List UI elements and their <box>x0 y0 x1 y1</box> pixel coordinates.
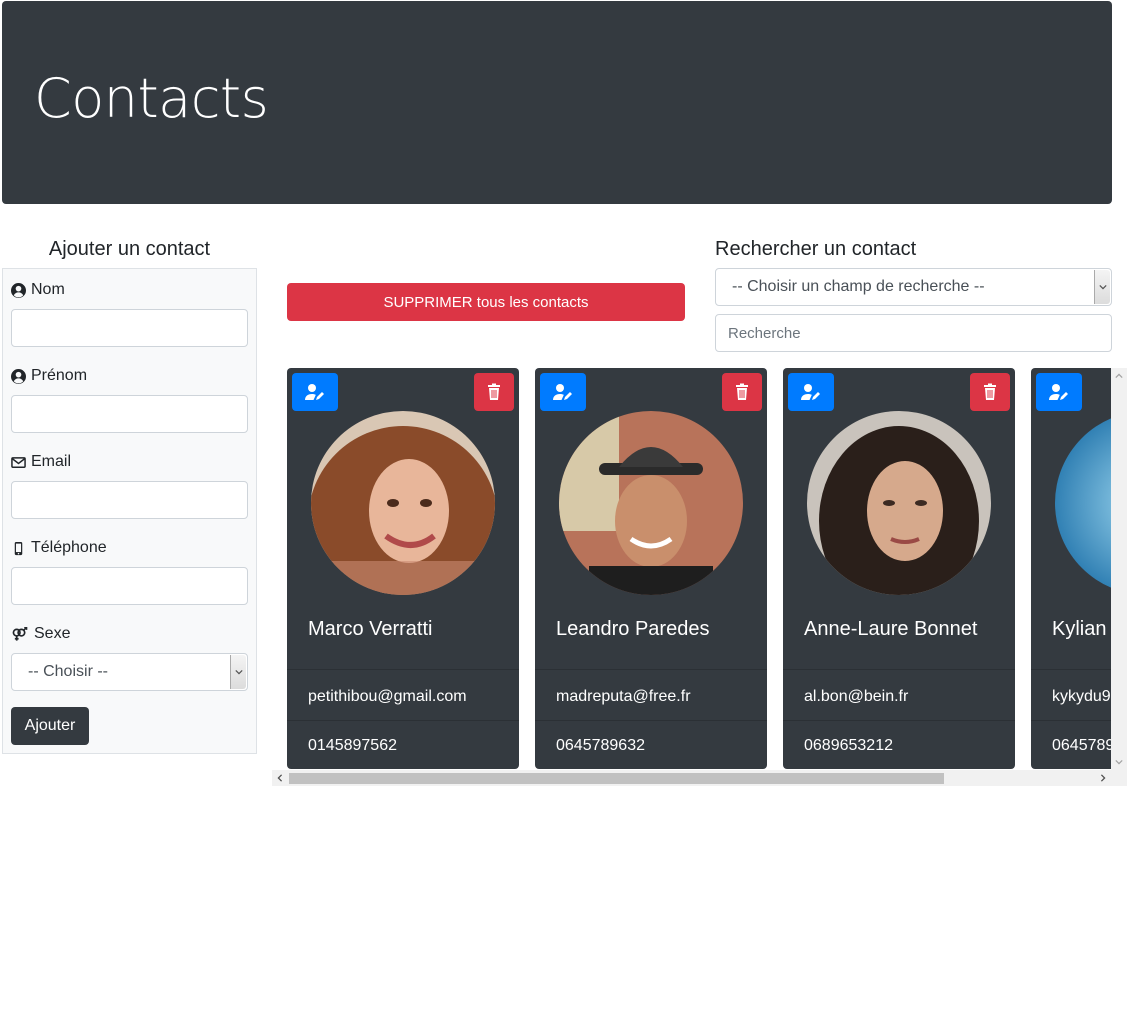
scrollbar-thumb[interactable] <box>289 773 944 784</box>
chevron-down-icon <box>230 655 246 689</box>
delete-contact-button[interactable] <box>474 373 514 411</box>
chevron-down-icon <box>1094 270 1110 304</box>
venus-mars-icon <box>12 626 28 641</box>
divider <box>1031 669 1111 670</box>
divider <box>783 720 1015 721</box>
divider <box>535 669 767 670</box>
contact-phone: 0645789 <box>1052 737 1111 754</box>
divider <box>1031 720 1111 721</box>
contact-email: kykydu9 <box>1052 688 1111 705</box>
contact-card: Leandro Paredes madreputa@free.fr 064578… <box>535 368 767 769</box>
contact-name: Anne-Laure Bonnet <box>804 618 978 640</box>
add-contact-form: Nom Prénom Email Téléphone Sexe -- Chois… <box>2 268 257 754</box>
contact-email: madreputa@free.fr <box>556 688 691 705</box>
trash-icon <box>984 383 996 400</box>
mobile-phone-icon <box>14 541 23 555</box>
email-input[interactable] <box>11 481 248 519</box>
search-input[interactable]: Recherche <box>715 314 1112 352</box>
trash-icon <box>488 383 500 400</box>
nom-input[interactable] <box>11 309 248 347</box>
horizontal-scrollbar[interactable] <box>272 770 1127 786</box>
vertical-scrollbar[interactable] <box>1111 368 1127 770</box>
edit-contact-button[interactable] <box>788 373 834 411</box>
delete-contact-button[interactable] <box>722 373 762 411</box>
sexe-select[interactable]: -- Choisir -- <box>11 653 248 691</box>
contacts-scroller[interactable]: Marco Verratti petithibou@gmail.com 0145… <box>272 368 1127 786</box>
divider <box>287 720 519 721</box>
contact-avatar <box>807 411 991 595</box>
add-contact-button[interactable]: Ajouter <box>11 707 89 745</box>
edit-contact-button[interactable] <box>292 373 338 411</box>
envelope-icon <box>11 456 26 468</box>
chevron-right-icon[interactable] <box>1095 770 1111 786</box>
contact-phone: 0645789632 <box>556 737 645 754</box>
contact-name: Kylian <box>1052 618 1107 640</box>
user-edit-icon <box>1049 384 1068 400</box>
delete-contact-button[interactable] <box>970 373 1010 411</box>
chevron-left-icon[interactable] <box>272 770 288 786</box>
contact-phone: 0689653212 <box>804 737 893 754</box>
contacts-list: Marco Verratti petithibou@gmail.com 0145… <box>272 368 1111 770</box>
contact-card: Kylian kykydu9 0645789 <box>1031 368 1111 769</box>
divider <box>783 669 1015 670</box>
nom-label: Nom <box>11 281 65 299</box>
user-edit-icon <box>305 384 324 400</box>
page-title: Contacts <box>34 67 269 130</box>
prenom-input[interactable] <box>11 395 248 433</box>
chevron-up-icon[interactable] <box>1111 368 1127 384</box>
divider <box>287 669 519 670</box>
email-label: Email <box>11 453 71 471</box>
contact-email: al.bon@bein.fr <box>804 688 909 705</box>
contact-avatar <box>559 411 743 595</box>
chevron-down-icon[interactable] <box>1111 754 1127 770</box>
sexe-label: Sexe <box>11 625 70 643</box>
contact-avatar <box>311 411 495 595</box>
trash-icon <box>736 383 748 400</box>
user-circle-icon <box>11 282 26 298</box>
add-contact-title: Ajouter un contact <box>48 238 211 260</box>
user-edit-icon <box>553 384 572 400</box>
divider <box>535 720 767 721</box>
header-banner: Contacts <box>2 1 1112 204</box>
telephone-label: Téléphone <box>11 539 107 557</box>
search-title: Rechercher un contact <box>715 238 917 260</box>
contact-name: Leandro Paredes <box>556 618 710 640</box>
contact-name: Marco Verratti <box>308 618 433 640</box>
prenom-label: Prénom <box>11 367 87 385</box>
telephone-input[interactable] <box>11 567 248 605</box>
delete-all-button[interactable]: SUPPRIMER tous les contacts <box>287 283 685 321</box>
edit-contact-button[interactable] <box>1036 373 1082 411</box>
contact-email: petithibou@gmail.com <box>308 688 467 705</box>
user-circle-icon <box>11 368 26 384</box>
user-edit-icon <box>801 384 820 400</box>
contact-card: Anne-Laure Bonnet al.bon@bein.fr 0689653… <box>783 368 1015 769</box>
contact-phone: 0145897562 <box>308 737 397 754</box>
contact-card: Marco Verratti petithibou@gmail.com 0145… <box>287 368 519 769</box>
contact-avatar <box>1055 411 1111 595</box>
search-field-select[interactable]: -- Choisir un champ de recherche -- <box>715 268 1112 306</box>
edit-contact-button[interactable] <box>540 373 586 411</box>
